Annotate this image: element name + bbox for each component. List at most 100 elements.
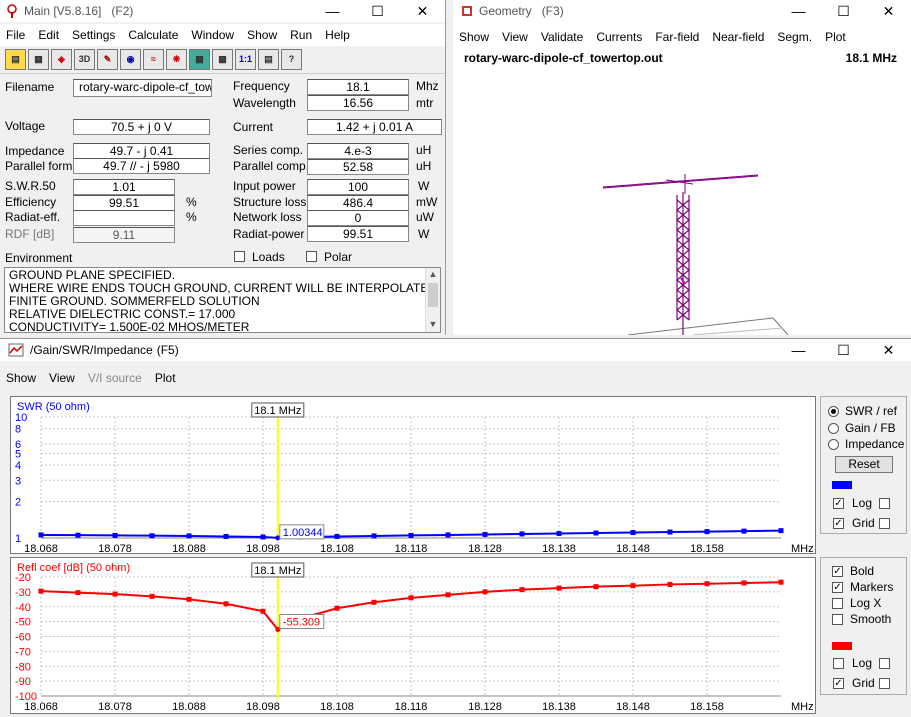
swr-chart[interactable]: SWR (50 ohm) 18.068 18.078 18.088 18.098 18.1… (11, 397, 815, 555)
filename-field[interactable]: rotary-warc-dipole-cf_towertop (73, 79, 212, 97)
refl-grid-checkbox[interactable]: ✓ (833, 678, 844, 689)
environment-scrollbar[interactable]: ▲ ▼ (425, 268, 440, 332)
data-point-marker (445, 532, 451, 538)
minimize-button[interactable]: — (776, 339, 821, 361)
maximize-button[interactable]: ☐ (355, 0, 400, 22)
far-field-icon[interactable]: ❋ (166, 49, 187, 70)
run-icon[interactable]: ▩ (212, 49, 233, 70)
input-power-field[interactable]: 100 (307, 179, 409, 195)
geo-menu-segm[interactable]: Segm. (777, 30, 812, 44)
gain-fb-radio[interactable] (828, 423, 839, 434)
data-point-marker (371, 599, 377, 605)
menu-calculate[interactable]: Calculate (128, 28, 178, 42)
close-button[interactable]: ✕ (866, 0, 911, 22)
3d-icon[interactable]: 3D (74, 49, 95, 70)
swr-plot-panel[interactable]: SWR (50 ohm) 18.068 18.078 18.088 18.098 18.1… (10, 396, 816, 555)
geo-menu-near-field[interactable]: Near-field (712, 30, 764, 44)
swr-log2-checkbox[interactable] (879, 498, 890, 509)
data-point-marker (519, 531, 525, 537)
geo-menu-view[interactable]: View (502, 30, 528, 44)
scroll-down-icon[interactable]: ▼ (426, 318, 440, 331)
pattern-icon[interactable]: ◈ (51, 49, 72, 70)
swr-grid2-checkbox[interactable] (879, 518, 890, 529)
gain-menubar: Show View V/I source Plot (0, 367, 911, 389)
menu-edit[interactable]: Edit (38, 28, 59, 42)
frequency-field[interactable]: 18.1 (307, 79, 409, 95)
impedance-radio[interactable] (828, 439, 839, 450)
help-icon[interactable]: ? (281, 49, 302, 70)
x-tick-label: 18.078 (98, 543, 132, 553)
options-icon[interactable]: ◉ (120, 49, 141, 70)
impedance-field: 49.7 - j 0.41 (73, 143, 210, 159)
scroll-thumb[interactable] (428, 283, 438, 307)
menu-settings[interactable]: Settings (72, 28, 115, 42)
calculator-icon[interactable]: ▦ (189, 49, 210, 70)
x-tick-label: 18.118 (395, 701, 428, 713)
maximize-button[interactable]: ☐ (821, 0, 866, 22)
y-tick-label: -50 (15, 617, 31, 629)
refl-log-checkbox[interactable] (833, 658, 844, 669)
markers-checkbox[interactable]: ✓ (832, 582, 843, 593)
maximize-button[interactable]: ☐ (821, 339, 866, 361)
minimize-button[interactable]: — (776, 0, 821, 22)
menu-file[interactable]: File (6, 28, 25, 42)
y-tick-label: -70 (15, 646, 31, 658)
open-file-icon[interactable]: ▤ (5, 49, 26, 70)
swr-grid-checkbox[interactable]: ✓ (833, 518, 844, 529)
swr-color-swatch[interactable] (832, 481, 852, 489)
swr-ref-radio[interactable] (828, 406, 839, 417)
polar-checkbox[interactable] (306, 251, 317, 262)
chart-icon[interactable]: ≈ (143, 49, 164, 70)
geo-menu-show[interactable]: Show (459, 30, 489, 44)
x-tick-label: 18.138 (542, 543, 576, 553)
data-point-marker (482, 589, 488, 595)
geo-menu-validate[interactable]: Validate (541, 30, 583, 44)
geo-menu-far-field[interactable]: Far-field (655, 30, 699, 44)
reset-button[interactable]: Reset (835, 456, 893, 473)
filename-label: Filename (5, 80, 55, 94)
geometry-file-name: rotary-warc-dipole-cf_towertop.out (464, 51, 663, 65)
swr-field: 1.01 (73, 179, 175, 195)
refl-color-swatch[interactable] (832, 642, 852, 650)
refl-plot-panel[interactable]: Refl coef [dB] (50 ohm) 18.068 18.078 18.08… (10, 557, 816, 714)
save-icon[interactable]: ▦ (28, 49, 49, 70)
y-tick-label: -30 (15, 587, 31, 599)
book-icon[interactable]: ▤ (258, 49, 279, 70)
close-button[interactable]: ✕ (866, 339, 911, 361)
minimize-button[interactable]: — (310, 0, 355, 22)
main-menubar: File Edit Settings Calculate Window Show… (0, 24, 445, 46)
environment-textbox[interactable]: GROUND PLANE SPECIFIED. WHERE WIRE ENDS … (4, 267, 441, 333)
menu-run[interactable]: Run (290, 28, 312, 42)
close-button[interactable]: ✕ (400, 0, 445, 22)
menu-help[interactable]: Help (325, 28, 350, 42)
swr-log-checkbox[interactable]: ✓ (833, 498, 844, 509)
loads-checkbox[interactable] (234, 251, 245, 262)
radiat-eff-field (73, 210, 175, 226)
menu-show[interactable]: Show (247, 28, 277, 42)
logx-label: Log X (850, 596, 882, 610)
refl-grid2-checkbox[interactable] (879, 678, 890, 689)
geo-menu-currents[interactable]: Currents (596, 30, 642, 44)
parallel-form-label: Parallel form (5, 159, 73, 173)
smooth-checkbox[interactable] (832, 614, 843, 625)
polar-label: Polar (324, 250, 353, 264)
logx-checkbox[interactable] (832, 598, 843, 609)
scale-1-1-icon[interactable]: 1:1 (235, 49, 256, 70)
gain-menu-plot[interactable]: Plot (155, 371, 176, 385)
antenna-geometry-view[interactable] (453, 150, 911, 335)
bold-checkbox[interactable]: ✓ (832, 566, 843, 577)
geometry-app-icon (462, 6, 472, 16)
geo-menu-plot[interactable]: Plot (825, 30, 846, 44)
efficiency-label: Efficiency (5, 195, 57, 209)
refl-chart[interactable]: Refl coef [dB] (50 ohm)18.068 18.078 18.08… (11, 558, 815, 713)
gain-menu-show[interactable]: Show (6, 371, 36, 385)
edit-icon[interactable]: ✎ (97, 49, 118, 70)
gain-menu-vi-source[interactable]: V/I source (88, 371, 142, 385)
refl-log2-checkbox[interactable] (879, 658, 890, 669)
menu-window[interactable]: Window (191, 28, 234, 42)
gain-menu-view[interactable]: View (49, 371, 75, 385)
main-shortcut: (F2) (111, 4, 134, 18)
data-point-marker (38, 588, 44, 594)
scroll-up-icon[interactable]: ▲ (426, 268, 440, 281)
geometry-titlebar: Geometry (F3) — ☐ ✕ (453, 0, 911, 22)
